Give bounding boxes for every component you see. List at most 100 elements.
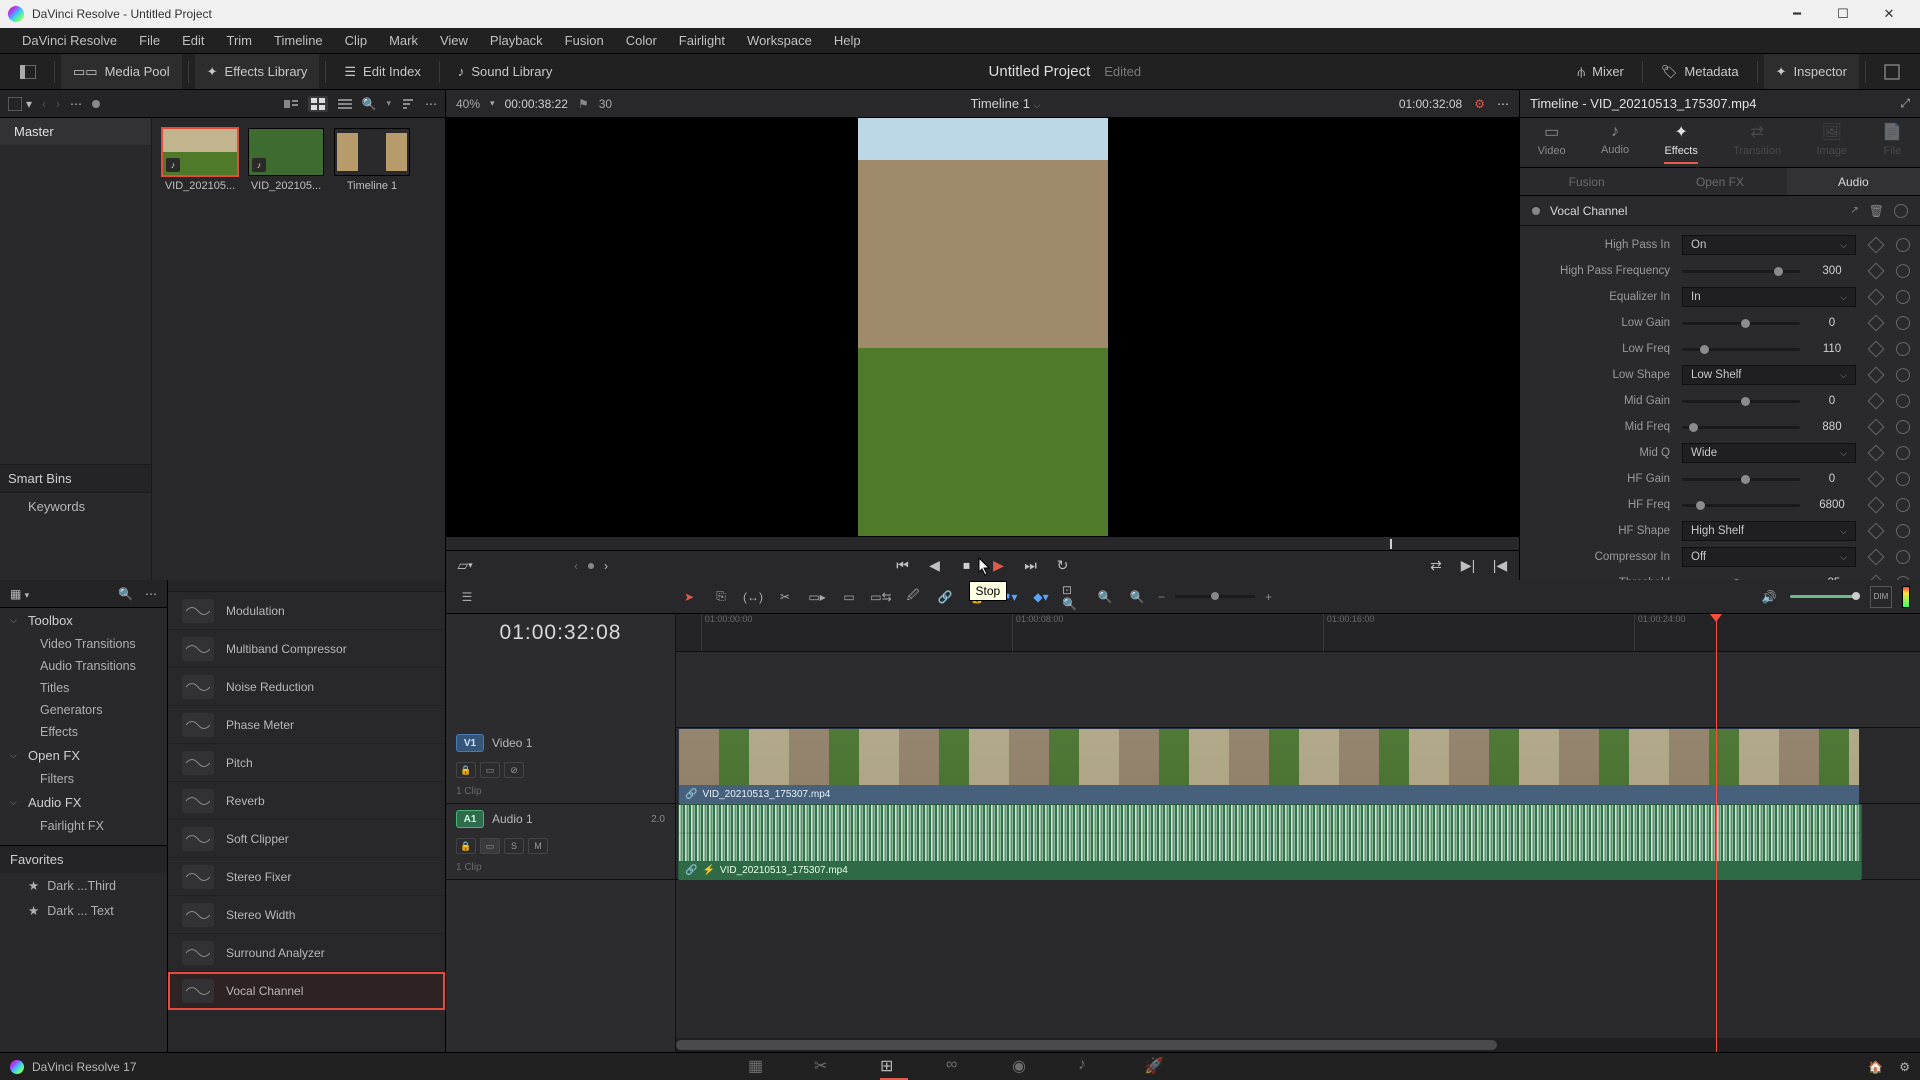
fx-more-button[interactable]: ⋯ — [145, 587, 157, 601]
param-slider[interactable] — [1682, 426, 1800, 429]
param-slider[interactable] — [1682, 322, 1800, 325]
page-fusion[interactable]: ∞ — [946, 1056, 974, 1078]
timeline-ruler[interactable]: 01:00:00:0001:00:08:0001:00:16:0001:00:2… — [676, 614, 1920, 652]
blade-tool[interactable]: ✂ — [774, 586, 796, 608]
fx-noise-reduction[interactable]: Noise Reduction — [168, 668, 445, 706]
mute-button[interactable]: 🔊 — [1758, 586, 1780, 608]
menu-edit[interactable]: Edit — [172, 30, 214, 51]
fx-pitch[interactable]: Pitch — [168, 744, 445, 782]
stop-button[interactable]: ⏹ — [956, 555, 978, 577]
v1-disable[interactable]: ⊘ — [504, 762, 524, 778]
reset-button[interactable] — [1896, 316, 1910, 330]
history-back-button[interactable]: ‹ — [42, 97, 46, 111]
v1-tag[interactable]: V1 — [456, 734, 484, 752]
detail-zoom[interactable]: 🔍 — [1094, 586, 1116, 608]
flag-icon[interactable]: ⚑ — [578, 97, 589, 111]
keyframe-button[interactable] — [1868, 367, 1885, 384]
fx-vocal-channel[interactable]: Vocal Channel — [168, 972, 445, 1010]
zoom-tool[interactable]: 🔍 — [1126, 586, 1148, 608]
fx-search-button[interactable]: 🔍 — [118, 587, 133, 601]
menu-workspace[interactable]: Workspace — [737, 30, 822, 51]
viewer-scrubber[interactable] — [446, 536, 1519, 550]
pool-more-button[interactable]: ⋯ — [425, 97, 437, 111]
list-view[interactable] — [338, 98, 352, 110]
inspector-tab-audio[interactable]: ♪Audio — [1593, 119, 1637, 167]
reset-button[interactable] — [1896, 342, 1910, 356]
param-slider[interactable] — [1682, 478, 1800, 481]
clip-0[interactable]: ♪VID_202105... — [162, 128, 238, 192]
viewer-more[interactable]: ⋯ — [1497, 97, 1509, 111]
param-value[interactable]: 0 — [1808, 473, 1856, 485]
mixer-button[interactable]: ⫛Mixer — [1565, 54, 1636, 89]
keyframe-button[interactable] — [1868, 263, 1885, 280]
menu-clip[interactable]: Clip — [335, 30, 377, 51]
menu-view[interactable]: View — [430, 30, 478, 51]
fxcat-toolbox[interactable]: ⌵Toolbox — [0, 608, 167, 633]
sound-library-button[interactable]: ♪Sound Library — [446, 54, 564, 89]
maximize-button[interactable]: ☐ — [1820, 0, 1866, 28]
param-value[interactable]: 0 — [1808, 395, 1856, 407]
keyframe-button[interactable] — [1868, 471, 1885, 488]
edit-index-button[interactable]: ☰Edit Index — [332, 54, 432, 89]
keyframe-button[interactable] — [1868, 315, 1885, 332]
inspector-button[interactable]: ✦Inspector — [1764, 54, 1859, 89]
reset-button[interactable] — [1896, 238, 1910, 252]
param-value[interactable]: 300 — [1808, 265, 1856, 277]
fxsub-videotransitions[interactable]: Video Transitions — [0, 633, 167, 655]
fx-phase-meter[interactable]: Phase Meter — [168, 706, 445, 744]
param-select[interactable]: In⌵ — [1682, 287, 1856, 307]
fx-pin-dropdown[interactable]: ▦ ▾ — [10, 587, 29, 601]
go-first-button[interactable]: ⏮ — [892, 555, 914, 577]
inspector-expand-icon[interactable]: ⤢ — [1900, 96, 1910, 111]
full-screen-button[interactable] — [1872, 54, 1912, 89]
go-last-button[interactable]: ⏭ — [1020, 555, 1042, 577]
param-value[interactable]: 880 — [1808, 421, 1856, 433]
timeline-hscroll[interactable] — [676, 1038, 1920, 1052]
zoom-in[interactable]: + — [1265, 590, 1272, 604]
reset-button[interactable] — [1896, 368, 1910, 382]
page-deliver[interactable]: 🚀 — [1144, 1056, 1172, 1078]
reset-button[interactable] — [1896, 446, 1910, 460]
effects-library-button[interactable]: ✦Effects Library — [195, 54, 320, 89]
history-fwd-button[interactable]: › — [56, 97, 60, 111]
marker-blue[interactable]: ◆▾ — [1030, 586, 1052, 608]
menu-fairlight[interactable]: Fairlight — [669, 30, 735, 51]
zoom-level[interactable]: 40% — [456, 97, 480, 111]
expand-panel-button[interactable] — [8, 54, 48, 89]
overwrite-tool[interactable]: ▭ — [838, 586, 860, 608]
fx-stereo-width[interactable]: Stereo Width — [168, 896, 445, 934]
inspector-sub-fusion[interactable]: Fusion — [1520, 168, 1653, 195]
replace-tool[interactable]: ▭⇆ — [870, 586, 892, 608]
param-value[interactable]: 0 — [1808, 317, 1856, 329]
keyframe-button[interactable] — [1868, 289, 1885, 306]
next-edit-button[interactable]: ▶| — [1457, 555, 1479, 577]
page-cut[interactable]: ✂ — [814, 1056, 842, 1078]
param-slider[interactable] — [1682, 270, 1800, 273]
page-edit[interactable]: ⊞ — [880, 1056, 908, 1078]
a1-mute[interactable]: M — [528, 838, 548, 854]
timeline-tracks[interactable]: 01:00:00:0001:00:08:0001:00:16:0001:00:2… — [676, 614, 1920, 1052]
keyframe-button[interactable] — [1868, 523, 1885, 540]
video-clip[interactable]: 🔗VID_20210513_175307.mp4 — [678, 728, 1860, 804]
inspector-tab-effects[interactable]: ✦Effects — [1656, 118, 1705, 168]
page-fairlight[interactable]: ♪ — [1078, 1056, 1106, 1078]
param-select[interactable]: Low Shelf⌵ — [1682, 365, 1856, 385]
zoom-slider[interactable] — [1175, 595, 1255, 598]
fxsub-fairlightfx[interactable]: Fairlight FX — [0, 815, 167, 837]
fxsub-generators[interactable]: Generators — [0, 699, 167, 721]
fx-multiband-compressor[interactable]: Multiband Compressor — [168, 630, 445, 668]
match-frame-button[interactable]: ⇄ — [1425, 555, 1447, 577]
favorite-item[interactable]: ★Dark ... Text — [0, 898, 167, 923]
v1-lock[interactable]: 🔒 — [456, 762, 476, 778]
param-select[interactable]: High Shelf⌵ — [1682, 521, 1856, 541]
a1-lock[interactable]: 🔒 — [456, 838, 476, 854]
project-settings-button[interactable]: ⚙ — [1899, 1060, 1910, 1074]
page-media[interactable]: ▦ — [748, 1056, 776, 1078]
zoom-extents[interactable]: ⊡🔍 — [1062, 586, 1084, 608]
match-frame-next[interactable]: › — [604, 559, 608, 573]
metadata-button[interactable]: 🏷Metadata — [1649, 54, 1751, 89]
reset-button[interactable] — [1896, 550, 1910, 564]
menu-timeline[interactable]: Timeline — [264, 30, 333, 51]
fxcat-openfx[interactable]: ⌵Open FX — [0, 743, 167, 768]
reset-button[interactable] — [1896, 290, 1910, 304]
